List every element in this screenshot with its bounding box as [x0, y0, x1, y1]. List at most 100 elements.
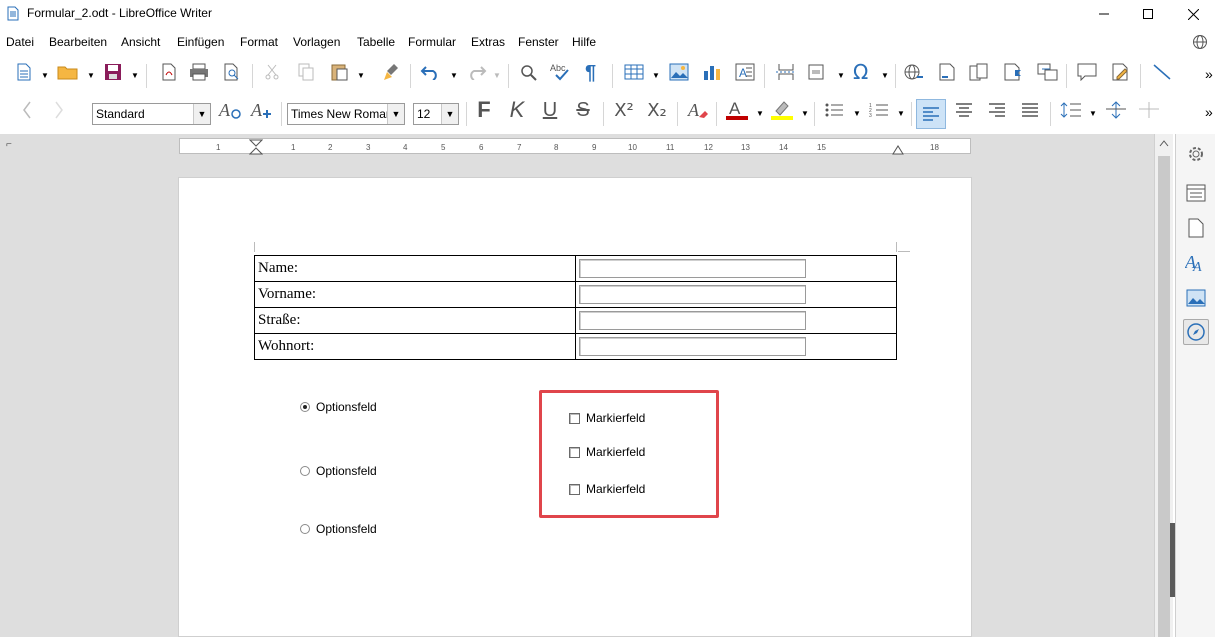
chevron-down-icon[interactable]: ▼: [357, 71, 365, 80]
insert-page-break-button[interactable]: [772, 58, 800, 86]
menu-fenster[interactable]: Fenster: [518, 35, 559, 49]
print-preview-button[interactable]: [218, 58, 246, 86]
sidebar-navigator-button[interactable]: [1183, 319, 1209, 345]
insert-line-button[interactable]: [1148, 58, 1176, 86]
new-document-button[interactable]: [10, 58, 38, 86]
underline-button[interactable]: U: [536, 96, 564, 124]
option-button-3[interactable]: Optionsfeld: [300, 522, 377, 536]
menu-formular[interactable]: Formular: [408, 35, 456, 49]
wohnort-text-field[interactable]: [579, 337, 806, 356]
align-center-button[interactable]: [950, 96, 978, 124]
superscript-button[interactable]: X²: [610, 96, 638, 124]
insert-comment-button[interactable]: [1073, 58, 1101, 86]
menu-bearbeiten[interactable]: Bearbeiten: [49, 35, 107, 49]
clear-formatting-button[interactable]: A: [684, 96, 712, 124]
menu-format[interactable]: Format: [240, 35, 278, 49]
insert-cross-reference-button[interactable]: [1034, 58, 1062, 86]
name-text-field[interactable]: [579, 259, 806, 278]
chevron-down-icon[interactable]: ▼: [897, 109, 905, 118]
insert-chart-button[interactable]: [698, 58, 726, 86]
menu-hilfe[interactable]: Hilfe: [572, 35, 596, 49]
font-size-combobox[interactable]: 12 ▼: [413, 103, 459, 125]
scrollbar-thumb[interactable]: [1158, 156, 1170, 637]
scroll-up-icon[interactable]: [1159, 139, 1169, 147]
dropdown-button[interactable]: ▼: [441, 104, 458, 124]
insert-hyperlink-button[interactable]: [900, 58, 928, 86]
chevron-down-icon[interactable]: ▼: [450, 71, 458, 80]
option-button-2[interactable]: Optionsfeld: [300, 464, 377, 478]
chevron-down-icon[interactable]: ▼: [756, 109, 764, 118]
dropdown-button[interactable]: ▼: [193, 104, 210, 124]
font-name-combobox[interactable]: Times New Roman ▼: [287, 103, 405, 125]
print-button[interactable]: [185, 58, 213, 86]
ordered-list-button[interactable]: 123: [865, 96, 893, 124]
tab-stop-icon[interactable]: ⌐: [6, 139, 12, 150]
navigate-forward-button[interactable]: [45, 96, 73, 124]
more-options-icon[interactable]: »: [1205, 66, 1213, 82]
chevron-down-icon[interactable]: ▼: [41, 71, 49, 80]
sidebar-styles-button[interactable]: AA: [1183, 249, 1209, 275]
insert-endnote-button[interactable]: [966, 58, 994, 86]
insert-table-button[interactable]: [620, 58, 648, 86]
insert-textbox-button[interactable]: A: [731, 58, 759, 86]
chevron-down-icon[interactable]: ▼: [87, 71, 95, 80]
find-replace-button[interactable]: [515, 58, 543, 86]
copy-button[interactable]: [292, 58, 320, 86]
dropdown-button[interactable]: ▼: [387, 104, 404, 124]
menu-ansicht[interactable]: Ansicht: [121, 35, 160, 49]
menu-tabelle[interactable]: Tabelle: [357, 35, 395, 49]
cut-button[interactable]: [258, 58, 286, 86]
chevron-down-icon[interactable]: ▼: [652, 71, 660, 80]
vorname-text-field[interactable]: [579, 285, 806, 304]
chevron-down-icon[interactable]: ▼: [837, 71, 845, 80]
paste-button[interactable]: [326, 58, 354, 86]
insert-field-button[interactable]: [804, 58, 832, 86]
spelling-button[interactable]: Abc: [548, 58, 576, 86]
right-indent-marker-icon[interactable]: [892, 143, 904, 155]
align-right-button[interactable]: [983, 96, 1011, 124]
sidebar-page-button[interactable]: [1183, 215, 1209, 241]
paragraph-style-combobox[interactable]: Standard ▼: [92, 103, 211, 125]
bold-button[interactable]: F: [470, 96, 498, 124]
undo-button[interactable]: [417, 58, 445, 86]
horizontal-ruler[interactable]: 1 1 2 3 4 5 6 7 8 9 10 11 12 13 14 15 18: [179, 138, 971, 155]
save-button[interactable]: [99, 58, 127, 86]
option-button-1[interactable]: Optionsfeld: [300, 400, 377, 414]
menu-datei[interactable]: Datei: [6, 35, 34, 49]
highlight-color-button[interactable]: [768, 96, 796, 124]
chevron-down-icon[interactable]: ▼: [881, 71, 889, 80]
new-style-button[interactable]: A: [248, 96, 276, 124]
export-pdf-button[interactable]: [155, 58, 183, 86]
font-color-button[interactable]: A: [723, 96, 751, 124]
indent-marker-icon[interactable]: [249, 139, 263, 155]
chevron-down-icon[interactable]: ▼: [853, 109, 861, 118]
chevron-down-icon[interactable]: ▼: [493, 71, 501, 80]
sidebar-properties-button[interactable]: [1183, 180, 1209, 206]
clone-formatting-button[interactable]: [377, 58, 405, 86]
align-left-button[interactable]: [916, 99, 946, 129]
sidebar-gallery-button[interactable]: [1183, 285, 1209, 311]
strikethrough-button[interactable]: S: [569, 96, 597, 124]
close-button[interactable]: [1170, 0, 1215, 28]
decrease-paragraph-spacing-button[interactable]: [1135, 96, 1163, 124]
subscript-button[interactable]: X₂: [643, 96, 671, 124]
menu-extras[interactable]: Extras: [471, 35, 505, 49]
maximize-button[interactable]: [1125, 0, 1171, 28]
justify-button[interactable]: [1016, 96, 1044, 124]
track-changes-button[interactable]: [1107, 58, 1135, 86]
chevron-down-icon[interactable]: ▼: [131, 71, 139, 80]
globe-icon[interactable]: [1192, 34, 1208, 50]
unordered-list-button[interactable]: [820, 96, 848, 124]
formatting-marks-button[interactable]: ¶: [579, 58, 607, 86]
insert-footnote-button[interactable]: [934, 58, 962, 86]
sidebar-settings-button[interactable]: [1183, 141, 1209, 167]
minimize-button[interactable]: [1081, 0, 1127, 28]
insert-image-button[interactable]: [665, 58, 693, 86]
more-options-icon[interactable]: »: [1205, 104, 1213, 120]
italic-button[interactable]: K: [503, 96, 531, 124]
update-style-button[interactable]: A: [216, 96, 244, 124]
chevron-down-icon[interactable]: ▼: [1089, 109, 1097, 118]
menu-vorlagen[interactable]: Vorlagen: [293, 35, 340, 49]
open-button[interactable]: [54, 58, 82, 86]
line-spacing-button[interactable]: [1057, 96, 1085, 124]
